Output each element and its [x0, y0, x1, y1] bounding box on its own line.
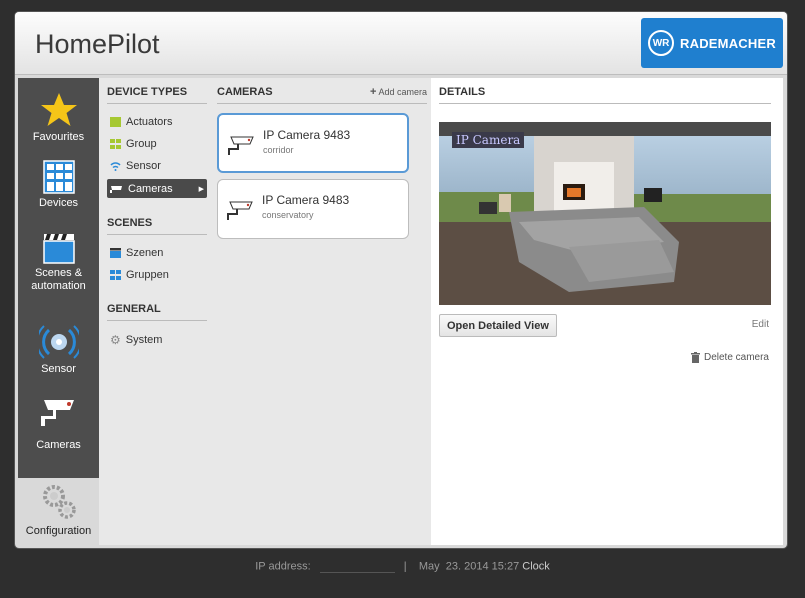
sidebar-item-label: Cameras [36, 439, 81, 451]
groups-icon [110, 269, 121, 280]
cameras-panel: CAMERAS + Add camera IP Camera 9483 corr… [211, 78, 431, 545]
star-icon [40, 93, 77, 126]
general-item-system[interactable]: ⚙ System [107, 330, 207, 349]
date-time: May 23. 2014 15:27 [418, 560, 520, 573]
camera-location: conservatory [262, 210, 314, 220]
camera-icon [227, 201, 253, 220]
device-type-sensor[interactable]: Sensor [107, 156, 207, 175]
sidebar-item-label: Sensor [41, 363, 76, 375]
wifi-sensor-icon [110, 161, 121, 171]
chevron-right-icon: ▶ [198, 185, 204, 193]
device-type-group[interactable]: Group [107, 134, 207, 153]
scene-item-label: Szenen [126, 246, 164, 259]
camera-icon [228, 136, 254, 155]
device-types-panel: DEVICE TYPES Actuators Group Sensor Came… [99, 78, 211, 545]
app-window: HomePilot WR RADEMACHER Favourites Devic… [15, 12, 787, 548]
open-detailed-view-button[interactable]: Open Detailed View [439, 314, 557, 337]
sidebar-item-label: Favourites [32, 131, 85, 143]
ip-address-field [319, 560, 395, 573]
camera-preview-image: IP Camera [439, 122, 771, 305]
camera-small-icon [110, 185, 122, 193]
gears-icon [42, 485, 76, 519]
device-type-actuators[interactable]: Actuators [107, 112, 207, 131]
sidebar-item-sensor[interactable]: Sensor [18, 324, 99, 376]
camera-name: IP Camera 9483 [262, 193, 350, 207]
device-types-heading: DEVICE TYPES [107, 86, 207, 104]
sidebar: Favourites Devices Scenes & automation S… [18, 78, 99, 478]
sidebar-item-cameras[interactable]: Cameras [18, 396, 99, 452]
ip-address-label: IP address: [255, 560, 311, 573]
delete-camera-label: Delete camera [703, 352, 769, 363]
sidebar-item-configuration[interactable]: Configuration [18, 478, 99, 544]
camera-card[interactable]: IP Camera 9483 corridor [217, 113, 409, 173]
status-bar: IP address: | May 23. 2014 15:27 Clock [0, 560, 805, 573]
trash-icon [690, 352, 700, 363]
sidebar-item-devices[interactable]: Devices [18, 160, 99, 210]
camera-overlay-label: IP Camera [452, 132, 525, 148]
actuators-icon [110, 116, 121, 127]
add-camera-label: Add camera [378, 87, 427, 97]
camera-location: corridor [263, 145, 294, 155]
general-heading: GENERAL [107, 303, 207, 321]
configuration-label: Configuration [25, 525, 92, 537]
living-room-scene-illustration [439, 122, 771, 305]
device-type-label: Sensor [126, 159, 161, 172]
details-panel: DETAILS IP Camera Open Detailed View Edi… [431, 78, 783, 545]
device-type-cameras[interactable]: Cameras ▶ [107, 179, 207, 198]
app-title: HomePilot [35, 29, 160, 59]
group-icon [110, 138, 121, 149]
gear-icon: ⚙ [110, 332, 121, 347]
device-type-label: Group [126, 137, 157, 150]
device-type-label: Actuators [126, 115, 173, 128]
rademacher-logo-icon: WR [648, 30, 675, 56]
devices-icon [42, 160, 75, 194]
footer-separator: | [403, 560, 407, 573]
brand-badge: WR RADEMACHER [641, 18, 783, 68]
clapperboard-icon [42, 234, 75, 264]
edit-link[interactable]: Edit [752, 319, 769, 330]
camera-name: IP Camera 9483 [263, 128, 351, 142]
general-item-label: System [125, 333, 163, 346]
brand-name: RADEMACHER [680, 35, 776, 51]
sidebar-item-scenes[interactable]: Scenes & automation [18, 232, 99, 293]
plus-icon: + [370, 86, 377, 98]
delete-camera-link[interactable]: Delete camera [690, 352, 769, 363]
sidebar-item-label: Scenes & automation [31, 267, 86, 292]
sidebar-item-favourites[interactable]: Favourites [18, 92, 99, 144]
clapperboard-small-icon [110, 247, 121, 258]
scene-item-label: Gruppen [126, 268, 169, 281]
details-heading: DETAILS [439, 86, 771, 104]
sensor-waves-icon [35, 325, 82, 359]
add-camera-link[interactable]: + Add camera [370, 86, 427, 98]
clock-label: Clock [522, 560, 550, 573]
scene-item-gruppen[interactable]: Gruppen [107, 265, 207, 284]
app-header: HomePilot WR RADEMACHER [15, 12, 787, 75]
camera-icon [40, 400, 74, 426]
sidebar-item-label: Devices [38, 197, 79, 209]
camera-card[interactable]: IP Camera 9483 conservatory [217, 179, 409, 239]
scenes-heading: SCENES [107, 217, 207, 235]
device-type-label: Cameras [128, 182, 173, 195]
scene-item-szenen[interactable]: Szenen [107, 243, 207, 262]
